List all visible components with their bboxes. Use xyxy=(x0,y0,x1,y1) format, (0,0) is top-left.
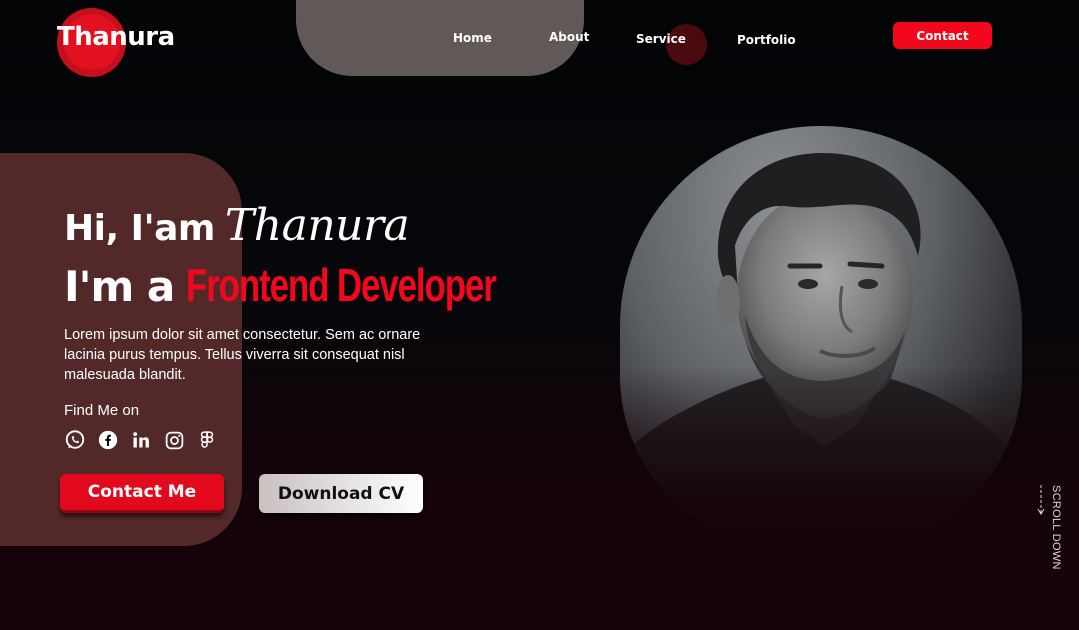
nav-contact-button[interactable]: Contact xyxy=(893,22,992,49)
hero-greeting: Hi, I'am xyxy=(64,208,215,249)
hero-name: Thanura xyxy=(224,200,410,251)
scroll-down-label[interactable]: SCROLL DOWN xyxy=(1050,485,1062,570)
hero-role: Frontend Developer xyxy=(186,259,497,311)
contact-me-button[interactable]: Contact Me xyxy=(60,474,224,513)
nav-service[interactable]: Service xyxy=(636,32,686,46)
nav-portfolio[interactable]: Portfolio xyxy=(737,33,796,47)
download-cv-button[interactable]: Download CV xyxy=(259,474,423,513)
logo[interactable]: Thanura xyxy=(57,22,175,52)
hero-description: Lorem ipsum dolor sit amet consectetur. … xyxy=(64,327,421,383)
linkedin-icon[interactable] xyxy=(130,429,152,451)
hero-role-prefix: I'm a xyxy=(64,262,175,311)
nav-home[interactable]: Home xyxy=(453,31,492,45)
facebook-icon[interactable] xyxy=(97,429,119,451)
find-me-label: Find Me on xyxy=(64,402,140,419)
hero-role-line: I'm a Frontend Developer xyxy=(64,258,594,312)
figma-icon[interactable] xyxy=(196,429,218,451)
top-decor-shape xyxy=(296,0,584,76)
instagram-icon[interactable] xyxy=(163,429,185,451)
nav-about[interactable]: About xyxy=(549,30,589,44)
whatsapp-icon[interactable] xyxy=(64,429,86,451)
profile-photo xyxy=(620,126,1022,546)
hero-greeting-line: Hi, I'am Thanura xyxy=(64,200,410,251)
profile-photo-fade xyxy=(620,366,1022,546)
scroll-down-arrow-icon xyxy=(1037,485,1045,515)
social-links xyxy=(64,429,218,451)
